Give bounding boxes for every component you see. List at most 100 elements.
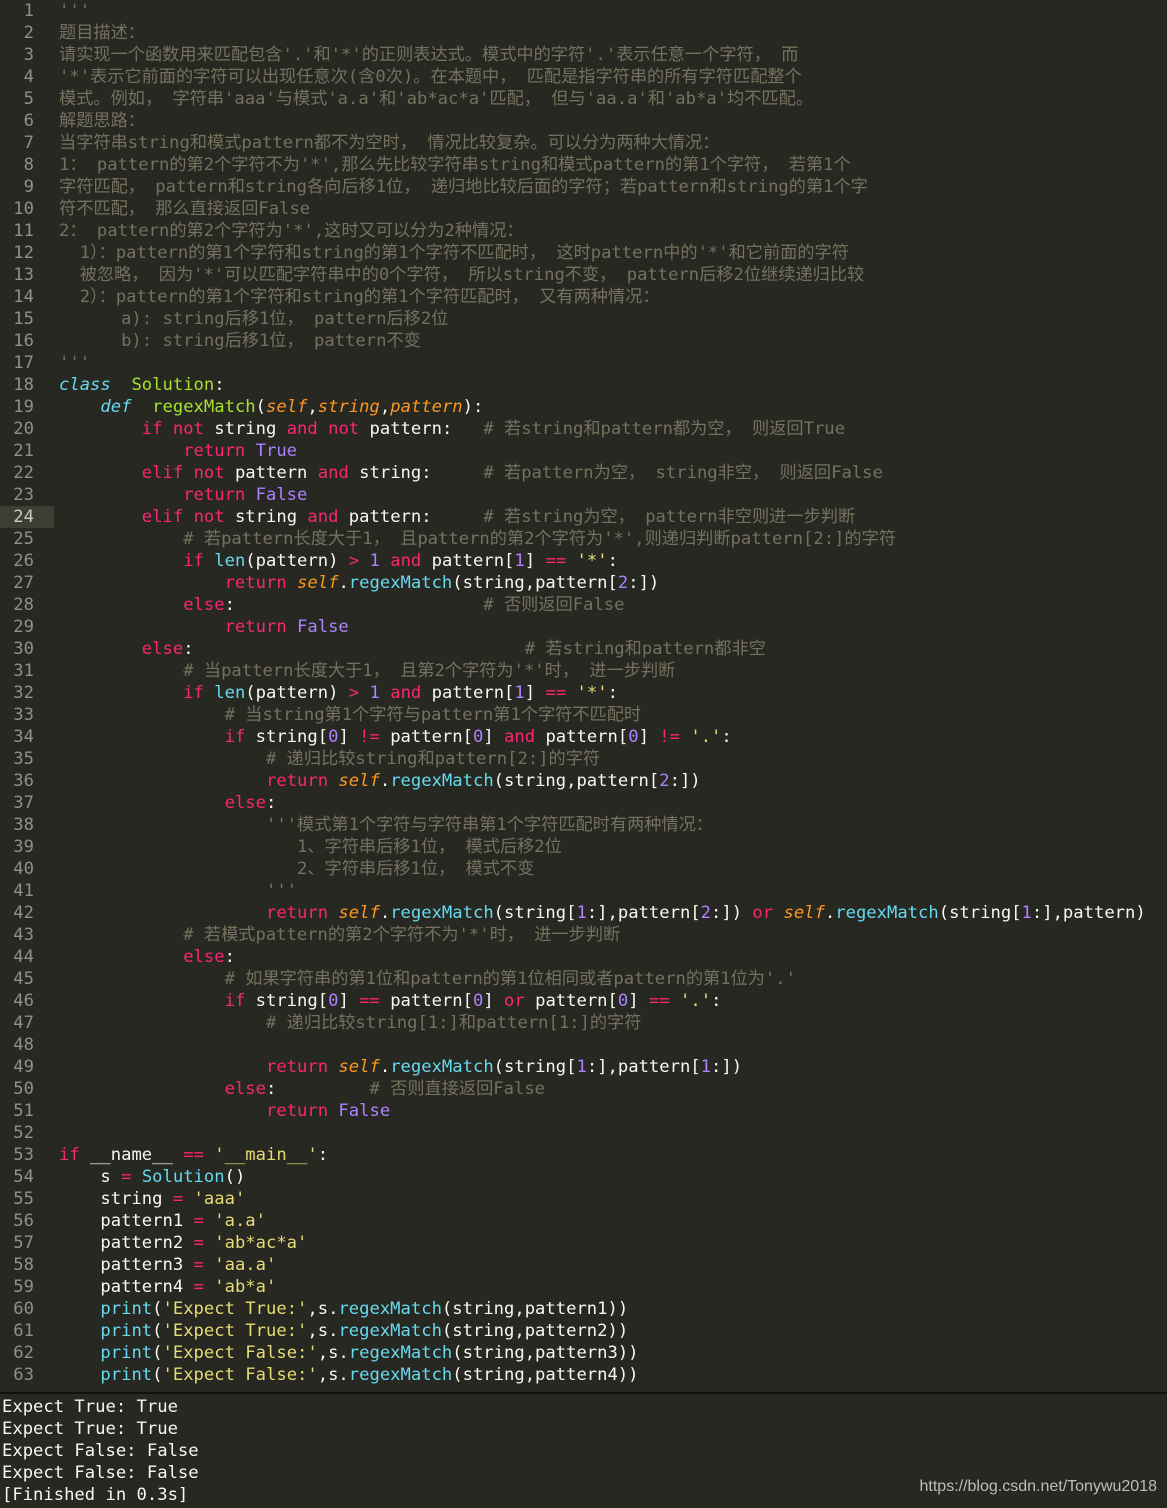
code-line[interactable]: 12 1）：pattern的第1个字符和string的第1个字符不匹配时， 这时… [0, 242, 1167, 264]
code-line[interactable]: 63 print('Expect False:',s.regexMatch(st… [0, 1364, 1167, 1386]
code-line[interactable]: 23 return False [0, 484, 1167, 506]
code-line[interactable]: 52 [0, 1122, 1167, 1144]
line-number: 41 [13, 881, 34, 901]
code-line[interactable]: 40 2、字符串后移1位， 模式不变 [0, 858, 1167, 880]
line-code: else: [183, 947, 235, 967]
line-code: 2： pattern的第2个字符为'*',这时又可以分为2种情况： [59, 221, 524, 241]
code-editor[interactable]: 1 ''' 2 题目描述： 3 请实现一个函数用来匹配包含'.'和'*'的正则表达式。模式… [0, 0, 1167, 1392]
code-line[interactable]: 41 ''' [0, 880, 1167, 902]
code-line[interactable]: 6 解题思路： [0, 110, 1167, 132]
code-line[interactable]: 57 pattern2 = 'ab*ac*a' [0, 1232, 1167, 1254]
line-number: 16 [13, 331, 34, 351]
code-line[interactable]: 33 # 当string第1个字符与pattern第1个字符不匹配时 [0, 704, 1167, 726]
line-number: 29 [13, 617, 34, 637]
code-line[interactable]: 38 '''模式第1个字符与字符串第1个字符匹配时有两种情况： [0, 814, 1167, 836]
code-line[interactable]: 22 elif not pattern and string: # 若patte… [0, 462, 1167, 484]
line-code: # 当pattern长度大于1， 且第2个字符为'*'时， 进一步判断 [183, 661, 676, 681]
code-line[interactable]: 49 return self.regexMatch(string[1:],pat… [0, 1056, 1167, 1078]
line-number: 57 [13, 1233, 34, 1253]
line-code: return self.regexMatch(string,pattern[2:… [224, 573, 660, 593]
code-line[interactable]: 26 if len(pattern) > 1 and pattern[1] ==… [0, 550, 1167, 572]
code-line[interactable]: 48 [0, 1034, 1167, 1056]
line-number: 34 [13, 727, 34, 747]
code-line[interactable]: 8 1： pattern的第2个字符不为'*',那么先比较字符串string和模式… [0, 154, 1167, 176]
code-line[interactable]: 3 请实现一个函数用来匹配包含'.'和'*'的正则表达式。模式中的字符'.'表示任… [0, 44, 1167, 66]
line-number: 13 [13, 265, 34, 285]
code-line[interactable]: 51 return False [0, 1100, 1167, 1122]
code-line[interactable]: 35 # 递归比较string和pattern[2:]的字符 [0, 748, 1167, 770]
code-line[interactable]: 14 2）：pattern的第1个字符和string的第1个字符匹配时， 又有两… [0, 286, 1167, 308]
code-line[interactable]: 27 return self.regexMatch(string,pattern… [0, 572, 1167, 594]
line-code: pattern3 = 'aa.a' [59, 1255, 277, 1275]
line-number: 58 [13, 1255, 34, 1275]
line-code: if string[0] != pattern[0] and pattern[0… [224, 727, 732, 747]
line-code: # 如果字符串的第1位和pattern的第1位相同或者pattern的第1位为'… [224, 969, 796, 989]
line-number: 12 [13, 243, 34, 263]
code-line[interactable]: 39 1、字符串后移1位， 模式后移2位 [0, 836, 1167, 858]
code-line[interactable]: 24 elif not string and pattern: # 若strin… [0, 506, 1167, 528]
code-line[interactable]: 50 else: # 否则直接返回False [0, 1078, 1167, 1100]
line-number: 24 [13, 507, 34, 527]
line-code: return False [265, 1101, 391, 1121]
code-line[interactable]: 16 b): string后移1位， pattern不变 [0, 330, 1167, 352]
code-line[interactable]: 36 return self.regexMatch(string,pattern… [0, 770, 1167, 792]
code-line[interactable]: 42 return self.regexMatch(string[1:],pat… [0, 902, 1167, 924]
code-line[interactable]: 56 pattern1 = 'a.a' [0, 1210, 1167, 1232]
line-code: 1）：pattern的第1个字符和string的第1个字符不匹配时， 这时pat… [59, 243, 849, 263]
code-line[interactable]: 29 return False [0, 616, 1167, 638]
code-line[interactable]: 5 模式。例如， 字符串'aaa'与模式'a.a'和'ab*ac*a'匹配， 但与… [0, 88, 1167, 110]
code-line[interactable]: 62 print('Expect False:',s.regexMatch(st… [0, 1342, 1167, 1364]
code-line[interactable]: 54 s = Solution() [0, 1166, 1167, 1188]
code-line[interactable]: 4 '*'表示它前面的字符可以出现任意次(含0次)。在本题中， 匹配是指字符串的所… [0, 66, 1167, 88]
line-number: 23 [13, 485, 34, 505]
line-number: 36 [13, 771, 34, 791]
code-line[interactable]: 19 def regexMatch(self,string,pattern): [0, 396, 1167, 418]
code-line[interactable]: 11 2： pattern的第2个字符为'*',这时又可以分为2种情况： [0, 220, 1167, 242]
line-code: return False [224, 617, 349, 637]
code-line[interactable]: 47 # 递归比较string[1:]和pattern[1:]的字符 [0, 1012, 1167, 1034]
line-code: # 当string第1个字符与pattern第1个字符不匹配时 [224, 705, 642, 725]
code-line[interactable]: 13 被忽略， 因为'*'可以匹配字符串中的0个字符， 所以string不变， … [0, 264, 1167, 286]
code-line[interactable]: 25 # 若pattern长度大于1， 且pattern的第2个字符为'*',则… [0, 528, 1167, 550]
code-line[interactable]: 18 class Solution: [0, 374, 1167, 396]
code-line[interactable]: 59 pattern4 = 'ab*a' [0, 1276, 1167, 1298]
code-line[interactable]: 31 # 当pattern长度大于1， 且第2个字符为'*'时， 进一步判断 [0, 660, 1167, 682]
code-line[interactable]: 17 ''' [0, 352, 1167, 374]
code-line[interactable]: 30 else: # 若string和pattern都非空 [0, 638, 1167, 660]
code-line[interactable]: 55 string = 'aaa' [0, 1188, 1167, 1210]
line-code: 符不匹配， 那么直接返回False [59, 199, 311, 219]
line-number: 3 [23, 45, 34, 65]
output-line: Expect True: True [2, 1397, 178, 1417]
code-line[interactable]: 46 if string[0] == pattern[0] or pattern… [0, 990, 1167, 1012]
output-line: Expect False: False [2, 1463, 199, 1483]
code-line[interactable]: 61 print('Expect True:',s.regexMatch(str… [0, 1320, 1167, 1342]
line-number: 32 [13, 683, 34, 703]
code-line[interactable]: 2 题目描述： [0, 22, 1167, 44]
line-number: 62 [13, 1343, 34, 1363]
code-line[interactable]: 45 # 如果字符串的第1位和pattern的第1位相同或者pattern的第1… [0, 968, 1167, 990]
code-line[interactable]: 9 字符匹配， pattern和string各向后移1位， 递归地比较后面的字符；… [0, 176, 1167, 198]
code-line[interactable]: 34 if string[0] != pattern[0] and patter… [0, 726, 1167, 748]
line-code: print('Expect True:',s.regexMatch(string… [100, 1299, 629, 1319]
line-code: a): string后移1位， pattern后移2位 [59, 309, 449, 329]
code-line[interactable]: 28 else: # 否则返回False [0, 594, 1167, 616]
line-code: '''模式第1个字符与字符串第1个字符匹配时有两种情况： [265, 815, 714, 835]
code-line[interactable]: 1 ''' [0, 0, 1167, 22]
line-code: # 递归比较string[1:]和pattern[1:]的字符 [265, 1013, 642, 1033]
line-number: 22 [13, 463, 34, 483]
code-line[interactable]: 10 符不匹配， 那么直接返回False [0, 198, 1167, 220]
code-line[interactable]: 7 当字符串string和模式pattern都不为空时， 情况比较复杂。可以分为两… [0, 132, 1167, 154]
code-line[interactable]: 21 return True [0, 440, 1167, 462]
line-code: return self.regexMatch(string[1:],patter… [265, 1057, 743, 1077]
code-line[interactable]: 44 else: [0, 946, 1167, 968]
code-line[interactable]: 60 print('Expect True:',s.regexMatch(str… [0, 1298, 1167, 1320]
line-number: 42 [13, 903, 34, 923]
code-line[interactable]: 32 if len(pattern) > 1 and pattern[1] ==… [0, 682, 1167, 704]
code-line[interactable]: 53 if __name__ == '__main__': [0, 1144, 1167, 1166]
code-line[interactable]: 20 if not string and not pattern: # 若str… [0, 418, 1167, 440]
code-line[interactable]: 58 pattern3 = 'aa.a' [0, 1254, 1167, 1276]
code-line[interactable]: 37 else: [0, 792, 1167, 814]
line-number: 18 [13, 375, 34, 395]
code-line[interactable]: 15 a): string后移1位， pattern后移2位 [0, 308, 1167, 330]
code-line[interactable]: 43 # 若模式pattern的第2个字符不为'*'时， 进一步判断 [0, 924, 1167, 946]
